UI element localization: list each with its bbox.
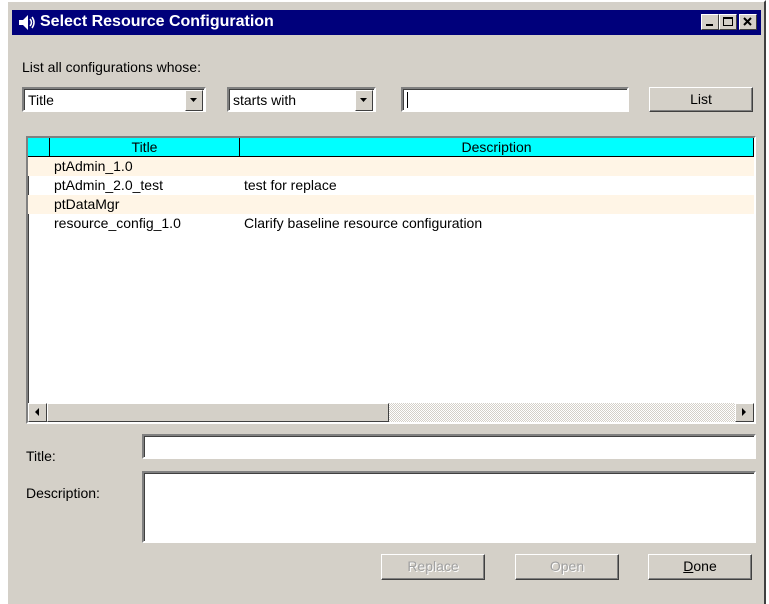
row-title: ptAdmin_1.0: [54, 158, 133, 174]
maximize-button[interactable]: [719, 14, 737, 30]
table-row[interactable]: ptAdmin_2.0_test test for replace: [28, 176, 754, 195]
row-description: test for replace: [244, 177, 337, 193]
close-button[interactable]: [739, 14, 757, 30]
table-header: Title Description: [28, 138, 754, 157]
configurations-table[interactable]: Title Description ptAdmin_1.0 ptAdmin_2.…: [26, 136, 756, 424]
chevron-down-icon: [190, 98, 197, 102]
operator-select-dropdown-button[interactable]: [355, 90, 373, 111]
minimize-icon: [706, 24, 713, 26]
filter-prompt-label: List all configurations whose:: [22, 59, 201, 75]
title-bar[interactable]: Select Resource Configuration: [12, 10, 761, 35]
text-cursor: [407, 92, 408, 108]
arrow-left-icon: [35, 408, 39, 416]
open-button-label: Open: [549, 558, 585, 574]
open-button[interactable]: Open: [515, 554, 619, 580]
done-button[interactable]: Done: [648, 554, 752, 580]
maximize-icon: [723, 17, 733, 26]
description-field[interactable]: [142, 471, 756, 543]
title-label: Title:: [26, 448, 56, 464]
field-select-dropdown-button[interactable]: [185, 90, 203, 111]
operator-select[interactable]: starts with: [227, 87, 376, 112]
window-title: Select Resource Configuration: [40, 13, 274, 30]
done-button-label: Done: [683, 558, 716, 574]
table-row[interactable]: ptDataMgr: [28, 195, 754, 214]
horizontal-scrollbar[interactable]: [28, 403, 754, 422]
field-select[interactable]: Title: [22, 87, 206, 112]
scrollbar-track[interactable]: [389, 403, 735, 422]
row-title: resource_config_1.0: [54, 215, 181, 231]
title-field[interactable]: [142, 434, 756, 459]
speaker-icon: [19, 15, 35, 30]
scroll-right-button[interactable]: [735, 403, 754, 422]
operator-select-value: starts with: [233, 92, 297, 108]
close-icon: [743, 17, 752, 26]
minimize-button[interactable]: [701, 14, 719, 30]
row-title: ptDataMgr: [54, 196, 120, 212]
done-mnemonic: D: [683, 558, 694, 574]
list-button-label: List: [690, 91, 712, 107]
scrollbar-thumb[interactable]: [47, 403, 389, 422]
column-header-description[interactable]: Description: [240, 138, 754, 157]
arrow-right-icon: [742, 408, 746, 416]
dialog-window: Select Resource Configuration List all c…: [6, 0, 766, 604]
row-title: ptAdmin_2.0_test: [54, 177, 163, 193]
table-row[interactable]: resource_config_1.0 Clarify baseline res…: [28, 214, 754, 233]
replace-button[interactable]: Replace: [381, 554, 485, 580]
table-row[interactable]: ptAdmin_1.0: [28, 157, 754, 176]
chevron-down-icon: [360, 98, 367, 102]
description-label: Description:: [26, 485, 100, 501]
list-button[interactable]: List: [649, 87, 753, 112]
search-input[interactable]: [401, 87, 629, 112]
row-description: Clarify baseline resource configuration: [244, 215, 483, 231]
scroll-left-button[interactable]: [28, 403, 47, 422]
done-label-rest: one: [693, 558, 717, 574]
column-header-title[interactable]: Title: [50, 138, 240, 157]
row-selector-header: [28, 138, 50, 157]
field-select-value: Title: [28, 92, 54, 108]
replace-button-label: Replace: [407, 558, 459, 574]
